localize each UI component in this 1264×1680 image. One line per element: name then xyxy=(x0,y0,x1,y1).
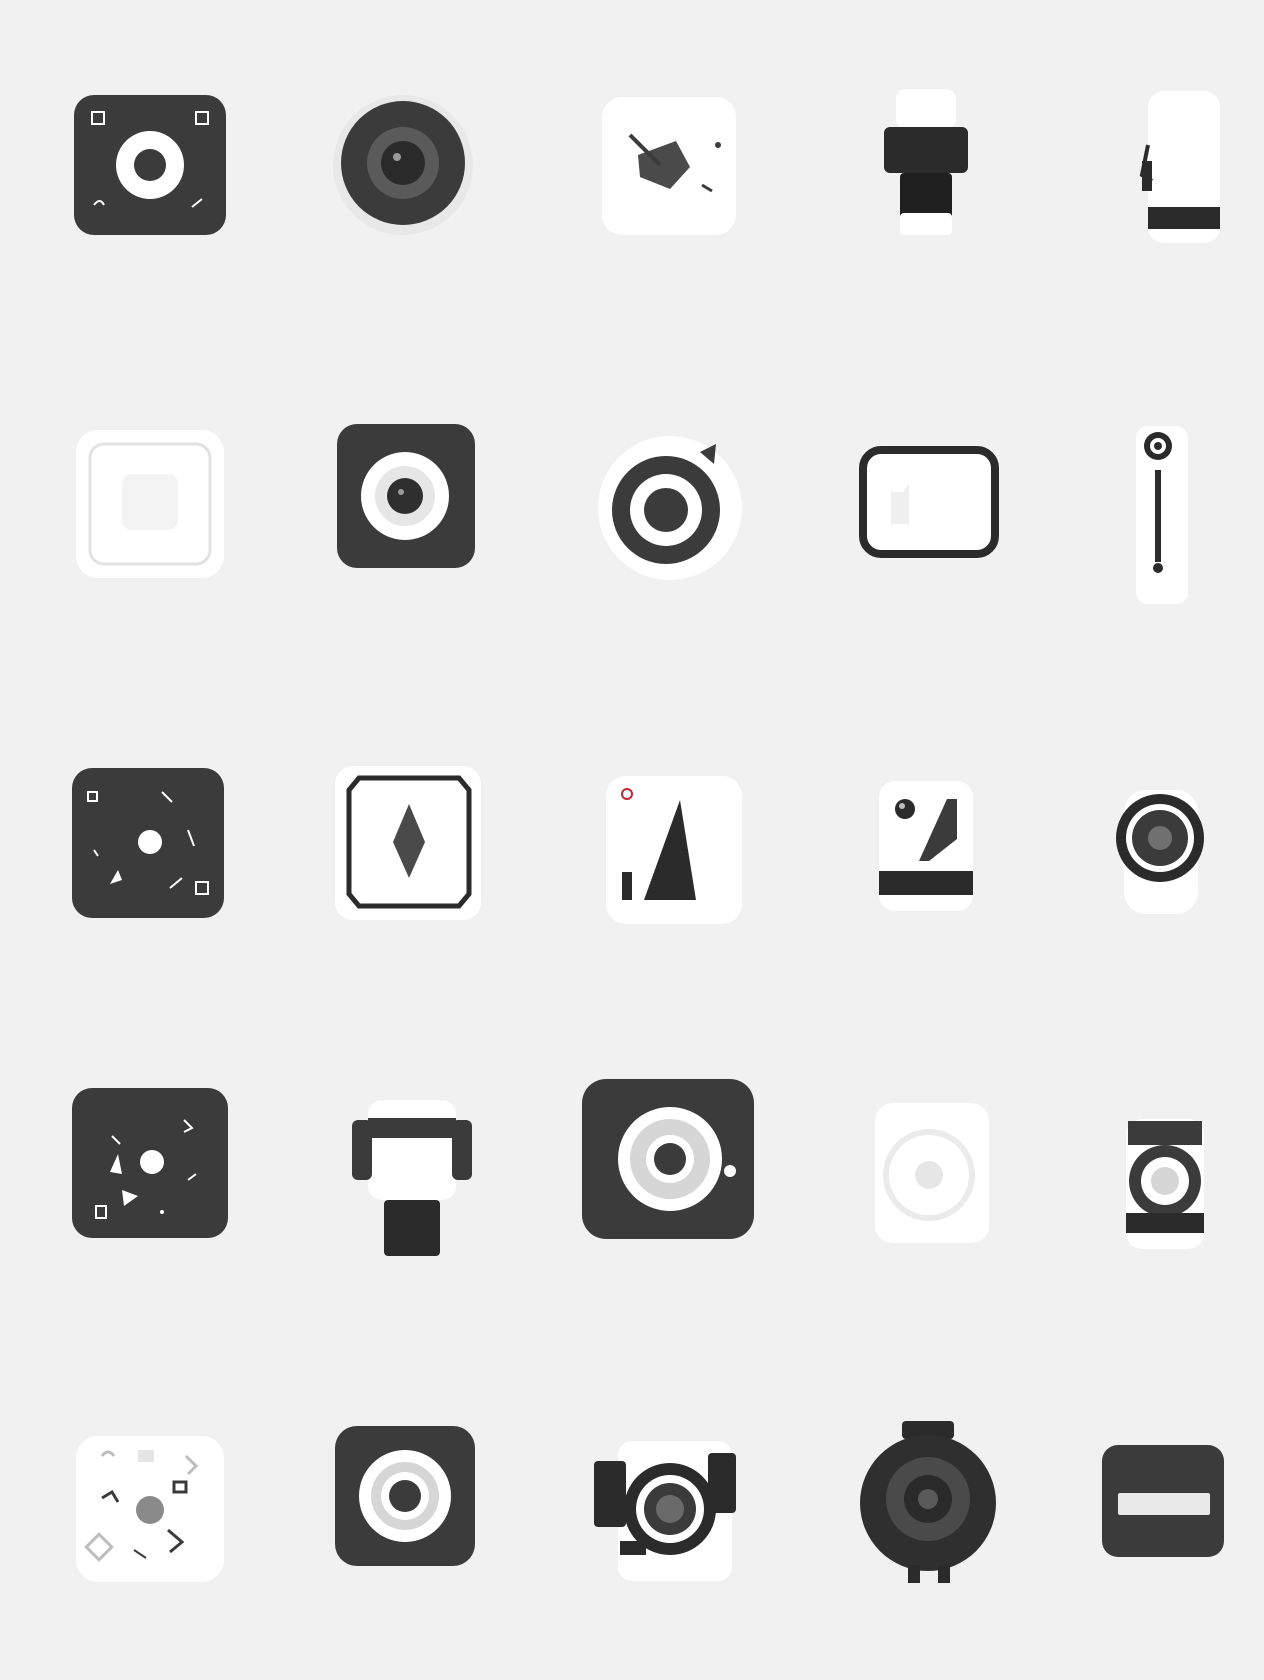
dark-square-lens-icon[interactable] xyxy=(315,412,495,592)
dark-square-dash-icon[interactable] xyxy=(1070,1415,1250,1595)
dark-square-ring-camera-icon[interactable] xyxy=(60,75,240,255)
rounded-frame-icon[interactable] xyxy=(837,420,1017,600)
icon-sheet xyxy=(0,0,1264,1680)
round-lens-camera-icon[interactable] xyxy=(313,75,493,255)
small-round-webcam-icon[interactable] xyxy=(1072,770,1252,950)
round-white-lens-knob-icon[interactable] xyxy=(580,418,760,598)
cylinder-camera-mount-icon[interactable] xyxy=(840,75,1020,255)
white-square-scatter-icon[interactable] xyxy=(60,1420,240,1600)
white-square-action-camera-icon[interactable] xyxy=(578,75,758,255)
small-white-face-camera-icon[interactable] xyxy=(835,765,1015,945)
round-dark-dome-camera-icon[interactable] xyxy=(838,1415,1018,1595)
white-square-soft-lens-icon[interactable] xyxy=(837,1085,1017,1265)
dark-square-big-lens-camera-icon[interactable] xyxy=(580,1075,760,1255)
tall-white-camera-body-icon[interactable] xyxy=(1090,75,1264,255)
dark-square-scatter-alt-icon[interactable] xyxy=(60,1080,240,1260)
vertical-slider-icon[interactable] xyxy=(1072,426,1252,612)
black-white-block-icon[interactable] xyxy=(322,1090,502,1270)
white-square-tile-icon[interactable] xyxy=(60,412,240,592)
clamp-camera-icon[interactable] xyxy=(1070,1095,1250,1275)
dark-square-scatter-icon[interactable] xyxy=(58,750,238,930)
dark-square-ring-icon[interactable] xyxy=(315,1420,495,1600)
white-triangle-camera-icon[interactable] xyxy=(582,760,762,940)
retro-camera-icon[interactable] xyxy=(580,1425,760,1605)
white-diamond-frame-icon[interactable] xyxy=(317,750,497,930)
